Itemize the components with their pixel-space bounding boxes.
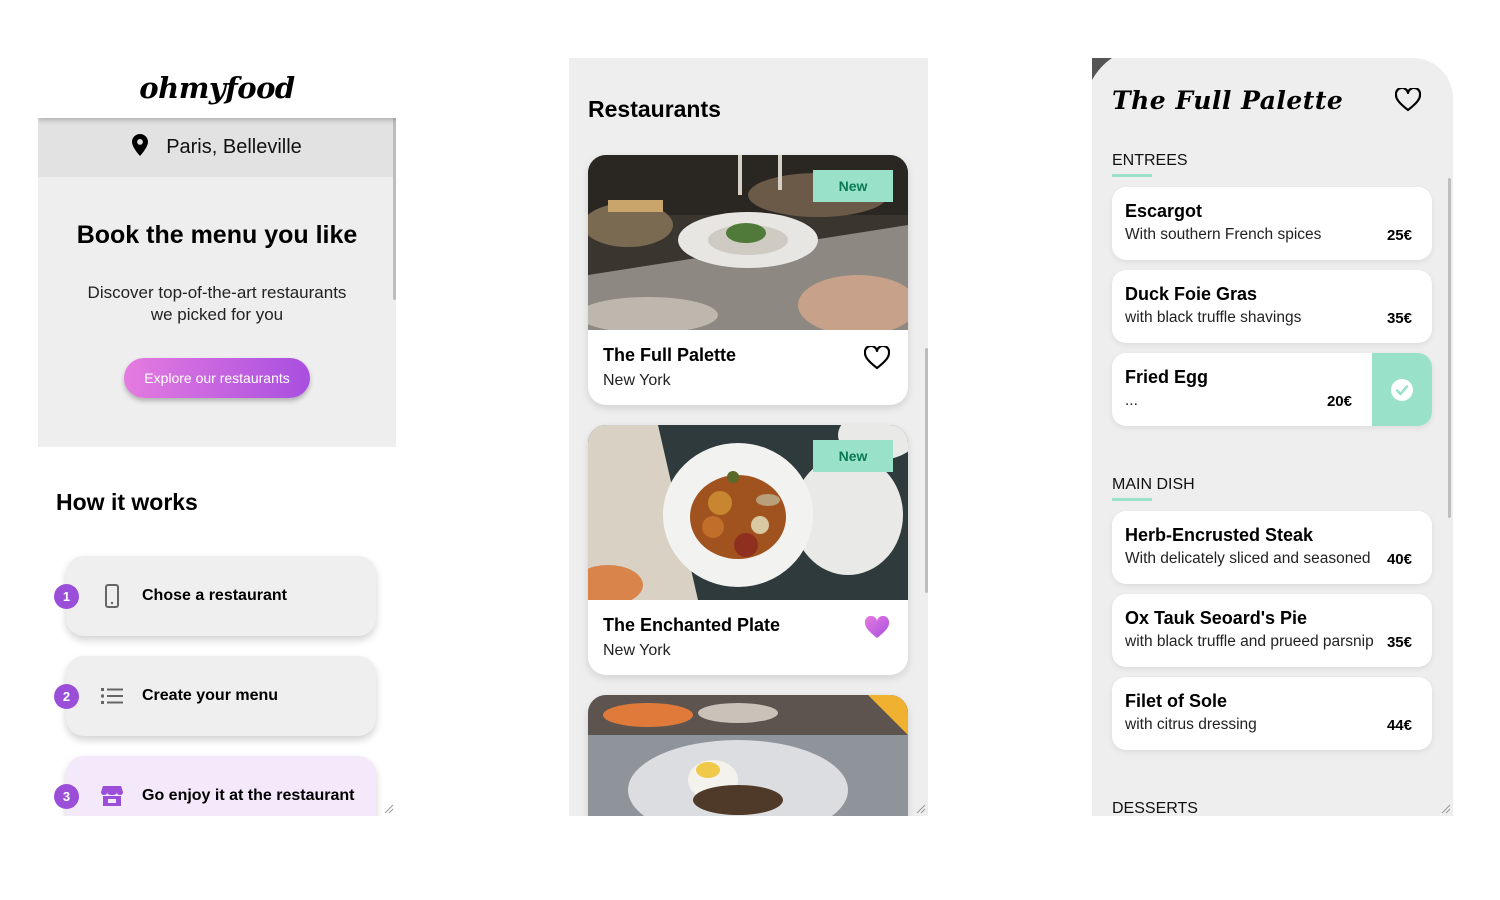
hero-title: Book the menu you like bbox=[76, 221, 358, 249]
menu-item-description: with black truffle and prueed parsnip bbox=[1125, 633, 1374, 650]
section-main-dish: MAIN DISH bbox=[1112, 476, 1195, 501]
hero-section: Book the menu you like Discover top-of-t… bbox=[38, 177, 396, 447]
step-label: Create your menu bbox=[142, 687, 279, 704]
restaurant-photo: New bbox=[588, 155, 908, 330]
menu-item-price: 25€ bbox=[1386, 227, 1412, 244]
step-card[interactable]: Go enjoy it at the restaurant bbox=[66, 756, 376, 816]
heart-outline-icon[interactable] bbox=[1394, 86, 1422, 117]
section-desserts: DESSERTS bbox=[1112, 800, 1198, 816]
scrollbar[interactable] bbox=[1448, 178, 1451, 518]
logo[interactable]: ohmyfood bbox=[139, 71, 295, 105]
menu-item[interactable]: Ox Tauk Seoard's Pie with black truffle … bbox=[1112, 594, 1432, 667]
step-card[interactable]: Create your menu bbox=[66, 656, 376, 736]
menu-item[interactable]: Filet of Sole with citrus dressing 44€ bbox=[1112, 677, 1432, 750]
header: ohmyfood bbox=[38, 58, 396, 118]
heart-outline-icon[interactable] bbox=[863, 344, 891, 375]
step-card[interactable]: Chose a restaurant bbox=[66, 556, 376, 636]
step-number: 2 bbox=[54, 684, 79, 709]
section-underline bbox=[1112, 498, 1152, 501]
header-photo-strip bbox=[1092, 58, 1453, 80]
menu-item-description: with citrus dressing bbox=[1125, 716, 1257, 733]
menu-item-price: 35€ bbox=[1386, 634, 1412, 651]
section-underline bbox=[1112, 174, 1152, 177]
restaurant-menu-panel: The Full Palette ENTREES Escargot With s… bbox=[1092, 58, 1453, 816]
restaurant-card[interactable]: New The Enchanted Plate New York bbox=[588, 425, 908, 675]
restaurant-card[interactable]: New The Full Palette New York bbox=[588, 155, 908, 405]
menu-item-description: ... bbox=[1125, 392, 1138, 409]
menu-item-description: With southern French spices bbox=[1125, 226, 1322, 243]
menu-item-name: Filet of Sole bbox=[1125, 691, 1228, 711]
menu-item-name: Escargot bbox=[1125, 201, 1203, 221]
menu-item-name: Duck Foie Gras bbox=[1125, 284, 1258, 304]
heart-filled-icon[interactable] bbox=[864, 615, 890, 645]
restaurants-page-panel: Restaurants New The Full Palette New Yor… bbox=[569, 58, 928, 816]
step-item: 2 Create your menu bbox=[54, 656, 396, 736]
section-title: DESSERTS bbox=[1112, 800, 1198, 816]
step-number: 1 bbox=[54, 584, 79, 609]
menu-item-price: 40€ bbox=[1386, 551, 1412, 568]
restaurant-info: The Enchanted Plate New York bbox=[588, 600, 908, 675]
restaurant-card[interactable] bbox=[588, 695, 908, 816]
check-circle-icon[interactable] bbox=[1372, 353, 1432, 426]
menu-item-name: Herb-Encrusted Steak bbox=[1125, 525, 1314, 545]
resize-handle-icon[interactable] bbox=[382, 802, 394, 814]
resize-handle-icon[interactable] bbox=[1439, 802, 1451, 814]
restaurant-photo: New bbox=[588, 425, 908, 600]
section-title: ENTREES bbox=[1112, 152, 1188, 169]
new-badge: New bbox=[813, 170, 893, 202]
restaurant-city: New York bbox=[603, 372, 671, 389]
new-badge: New bbox=[813, 440, 893, 472]
store-icon bbox=[92, 785, 132, 807]
restaurant-name: The Full Palette bbox=[603, 345, 737, 365]
scrollbar[interactable] bbox=[925, 348, 928, 593]
step-item: 1 Chose a restaurant bbox=[54, 556, 396, 636]
menu-item[interactable]: Duck Foie Gras with black truffle shavin… bbox=[1112, 270, 1432, 343]
restaurants-title: Restaurants bbox=[588, 96, 721, 122]
menu-item-selected[interactable]: Fried Egg ... 20€ bbox=[1112, 353, 1432, 426]
menu-item-name: Fried Egg bbox=[1125, 367, 1209, 387]
menu-item-description: With delicately sliced and seasoned bbox=[1125, 550, 1371, 567]
restaurant-city: New York bbox=[603, 642, 671, 659]
menu-item-price: 35€ bbox=[1386, 310, 1412, 327]
menu-item-name: Ox Tauk Seoard's Pie bbox=[1125, 608, 1308, 628]
section-title: MAIN DISH bbox=[1112, 476, 1195, 493]
location-text: Paris, Belleville bbox=[166, 136, 302, 158]
location-bar[interactable]: Paris, Belleville bbox=[38, 118, 396, 177]
location-pin-icon bbox=[132, 134, 149, 161]
menu-item-price: 20€ bbox=[1326, 393, 1352, 410]
restaurant-name: The Enchanted Plate bbox=[603, 615, 781, 635]
step-label: Chose a restaurant bbox=[142, 587, 287, 604]
menu-item-price: 44€ bbox=[1386, 717, 1412, 734]
list-icon bbox=[92, 687, 132, 705]
phone-icon bbox=[92, 584, 132, 608]
step-item: 3 Go enjoy it at the restaurant bbox=[54, 756, 396, 816]
menu-item-description: with black truffle shavings bbox=[1125, 309, 1302, 326]
home-page-panel: ohmyfood Paris, Belleville Book the menu… bbox=[38, 58, 396, 816]
restaurant-info: The Full Palette New York bbox=[588, 330, 908, 405]
hero-subtitle: Discover top-of-the-art restaurants we p… bbox=[87, 283, 347, 324]
section-entrees: ENTREES bbox=[1112, 152, 1188, 177]
restaurant-photo bbox=[588, 695, 908, 816]
how-it-works-section: How it works 1 Chose a restaurant 2 Crea… bbox=[38, 447, 396, 816]
menu-item[interactable]: Escargot With southern French spices 25€ bbox=[1112, 187, 1432, 260]
menu-item[interactable]: Herb-Encrusted Steak With delicately sli… bbox=[1112, 511, 1432, 584]
explore-restaurants-button[interactable]: Explore our restaurants bbox=[124, 358, 310, 398]
restaurant-title: The Full Palette bbox=[1112, 86, 1344, 115]
how-it-works-title: How it works bbox=[56, 489, 198, 515]
step-number: 3 bbox=[54, 784, 79, 809]
resize-handle-icon[interactable] bbox=[914, 802, 926, 814]
step-label: Go enjoy it at the restaurant bbox=[142, 787, 355, 804]
